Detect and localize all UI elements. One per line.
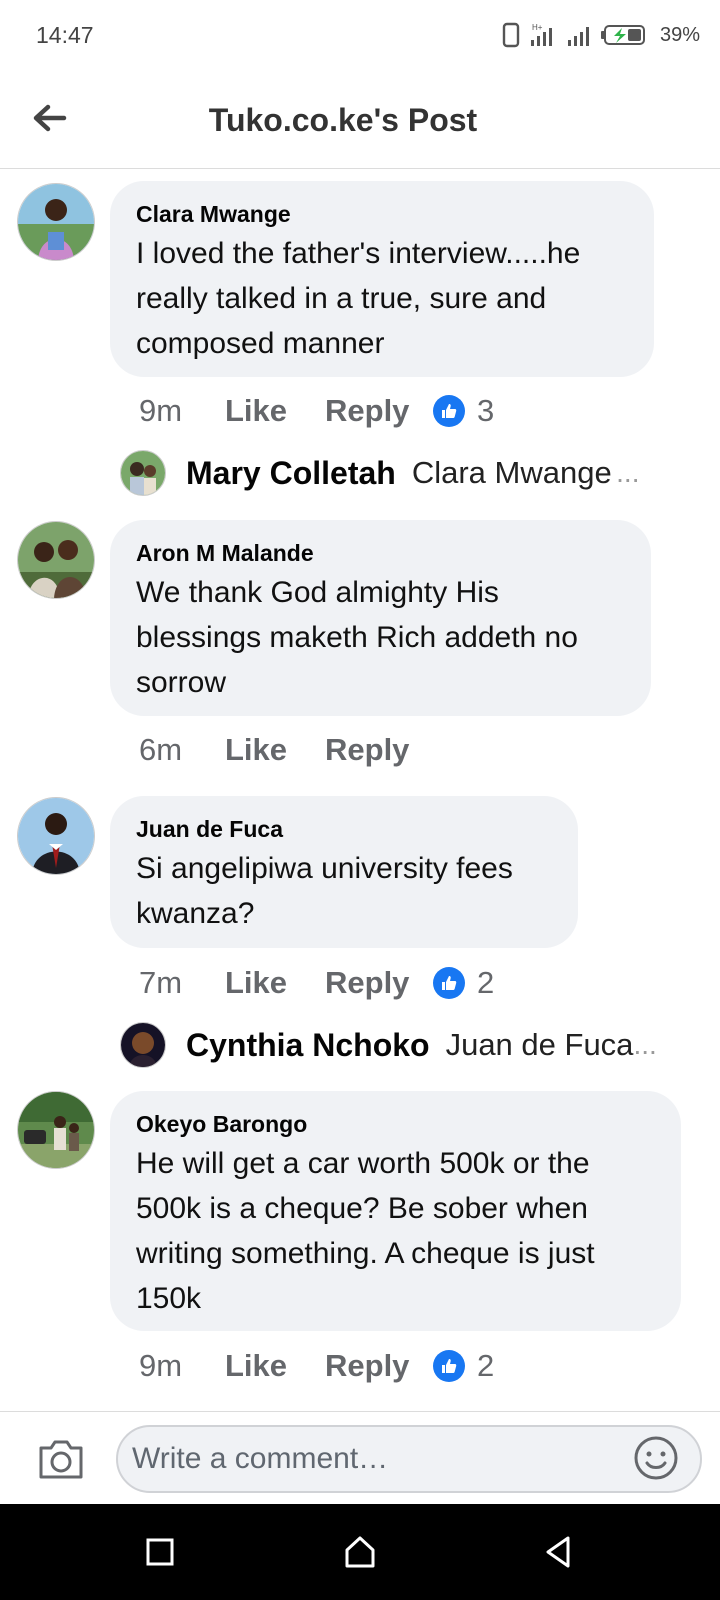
comment-bubble[interactable]: Clara Mwange I loved the father's interv… (110, 181, 654, 377)
back-nav-icon[interactable] (538, 1532, 578, 1572)
recents-icon[interactable] (140, 1532, 180, 1572)
reaction-count[interactable]: 2 (477, 965, 494, 1001)
comment-author[interactable]: Clara Mwange (136, 199, 628, 229)
battery-percent: 39% (659, 23, 700, 46)
status-bar: 14:47 H+ 39% (0, 0, 720, 72)
thumbs-up-icon (433, 967, 465, 999)
system-nav-bar (0, 1504, 720, 1600)
comment-time: 7m (139, 965, 183, 1000)
comment-bubble[interactable]: Aron M Malande We thank God almighty His… (110, 520, 651, 716)
reaction-count[interactable]: 2 (477, 1348, 494, 1384)
like-button[interactable]: Like (225, 965, 325, 1001)
reply-button[interactable]: Reply (325, 732, 433, 768)
comment-list[interactable]: Clara Mwange I loved the father's interv… (0, 169, 720, 1411)
signal-icon (567, 27, 589, 46)
comment-bubble[interactable]: Okeyo Barongo He will get a car worth 50… (110, 1091, 681, 1331)
comment-actions: 6m Like Reply (139, 730, 433, 770)
thumbs-up-icon (433, 395, 465, 427)
comment-time: 6m (139, 732, 183, 767)
reply-button[interactable]: Reply (325, 393, 433, 429)
reply-button[interactable]: Reply (325, 1348, 433, 1384)
svg-text:H+: H+ (532, 23, 543, 32)
avatar[interactable] (17, 183, 95, 261)
comment-text: I loved the father's interview.....he re… (136, 237, 581, 360)
reply-preview[interactable]: Mary Colletah Clara Mwange ... (120, 449, 640, 497)
comment-actions: 9m Like Reply 2 (139, 1346, 494, 1386)
like-button[interactable]: Like (225, 732, 325, 768)
avatar (120, 450, 166, 496)
reply-button[interactable]: Reply (325, 965, 433, 1001)
signal-4g-icon: H+ (530, 23, 552, 46)
reply-snippet: Clara Mwange (411, 455, 612, 490)
comment-time: 9m (139, 393, 183, 428)
comment-text: We thank God almighty His blessings make… (136, 576, 578, 699)
reply-snippet: Juan de Fuca (445, 1027, 634, 1062)
status-time: 14:47 (36, 22, 94, 48)
avatar[interactable] (17, 1091, 95, 1169)
comment-text: Si angelipiwa university fees kwanza? (136, 852, 513, 930)
reaction-count[interactable]: 3 (477, 393, 494, 429)
avatar (120, 1022, 166, 1068)
comment-actions: 7m Like Reply 2 (139, 963, 494, 1003)
battery-charging-icon (600, 25, 645, 45)
reply-ellipsis: ... (633, 1029, 657, 1060)
comment-author[interactable]: Okeyo Barongo (136, 1109, 655, 1139)
comment-author[interactable]: Aron M Malande (136, 538, 625, 568)
comment-composer (0, 1411, 720, 1505)
thumbs-up-icon (433, 1350, 465, 1382)
home-icon[interactable] (340, 1532, 380, 1572)
reply-author[interactable]: Mary Colletah (186, 455, 396, 492)
avatar[interactable] (17, 521, 95, 599)
avatar[interactable] (17, 797, 95, 875)
comment-actions: 9m Like Reply 3 (139, 391, 494, 431)
page-title: Tuko.co.ke's Post (208, 102, 478, 138)
camera-icon[interactable] (36, 1436, 86, 1482)
like-button[interactable]: Like (225, 393, 325, 429)
phone-icon (502, 22, 520, 48)
reply-author[interactable]: Cynthia Nchoko (186, 1027, 430, 1064)
comment-time: 9m (139, 1348, 183, 1383)
comment-bubble[interactable]: Juan de Fuca Si angelipiwa university fe… (110, 796, 578, 948)
app-header: Tuko.co.ke's Post (0, 72, 720, 169)
like-button[interactable]: Like (225, 1348, 325, 1384)
reply-ellipsis: ... (616, 457, 640, 488)
comment-input[interactable] (116, 1425, 702, 1493)
smiley-icon[interactable] (632, 1434, 680, 1482)
comment-text: He will get a car worth 500k or the 500k… (136, 1147, 595, 1315)
status-icons: H+ 39% (502, 20, 700, 50)
reply-preview[interactable]: Cynthia Nchoko Juan de Fuca... (120, 1021, 657, 1069)
comment-author[interactable]: Juan de Fuca (136, 814, 552, 844)
